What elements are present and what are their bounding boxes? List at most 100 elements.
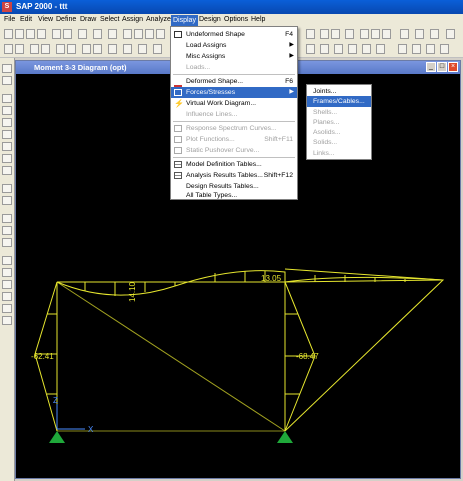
check-icon[interactable] [345,29,354,39]
menu-define[interactable]: Define [56,16,76,23]
print-icon[interactable] [37,29,46,39]
menu-analysis-results-tables[interactable]: Analysis Results Tables... Shift+F12 [171,170,297,181]
submenu-frames-cables[interactable]: Frames/Cables... [307,96,371,107]
draw-solid-icon[interactable] [2,166,12,175]
snap-parallel-icon[interactable] [2,316,12,325]
link-icon[interactable] [334,44,343,54]
moment-label-right-column: -68.47 [296,352,319,361]
snap-perp-icon[interactable] [2,292,12,301]
menu-assign[interactable]: Assign [122,16,143,23]
table-icon[interactable] [400,29,409,39]
restraint-icon[interactable] [56,44,65,54]
area-icon[interactable] [320,44,329,54]
reshape-icon[interactable] [15,44,24,54]
up-arrow-icon[interactable] [320,29,329,39]
snap-grid-icon[interactable] [440,44,449,54]
menu-separator [173,121,295,122]
menu-file[interactable]: File [4,16,15,23]
pan-icon[interactable] [156,29,165,39]
snap-end-icon[interactable] [412,44,421,54]
down-arrow-icon[interactable] [331,29,340,39]
submenu-links: Links... [313,150,335,157]
select-window-icon[interactable] [2,184,12,193]
menu-analyze[interactable]: Analyze [146,16,171,23]
draw-frame-icon[interactable] [2,106,12,115]
draw-brace-icon[interactable] [2,130,12,139]
dimension-icon[interactable] [362,44,371,54]
help-icon[interactable] [446,29,455,39]
menu-all-table-types[interactable]: All Table Types... [171,192,297,200]
section-cut-icon[interactable] [376,44,385,54]
select-pointer-icon[interactable] [2,64,12,73]
draw-joint-icon[interactable] [2,94,12,103]
frame-load-icon[interactable] [138,44,147,54]
select-all-left-icon[interactable] [2,214,12,223]
menu-deformed-shape[interactable]: Deformed Shape... F6 [171,76,297,87]
table-icon [174,161,182,168]
snap-joints-icon[interactable] [2,256,12,265]
grid-icon[interactable] [30,44,39,54]
reshaper-icon[interactable] [2,76,12,85]
window-title: SAP 2000 - ttt [16,2,68,11]
menu-options[interactable]: Options [224,16,248,23]
menu-undeformed-shape[interactable]: Undeformed Shape F4 [171,29,297,40]
line-icon[interactable] [306,44,315,54]
save-icon[interactable] [26,29,35,39]
diagonal-line [56,281,286,432]
options-icon[interactable] [430,29,439,39]
menu-misc-assigns[interactable]: Misc Assigns ▶ [171,51,297,62]
view-3d-icon[interactable] [306,29,315,39]
snap-intersect-icon[interactable] [2,280,12,289]
menu-view[interactable]: View [38,16,53,23]
spring-icon[interactable] [67,44,76,54]
clear-selection-icon[interactable] [2,238,12,247]
section-icon[interactable] [93,44,102,54]
menu-plot-functions: Plot Functions... Shift+F11 [171,134,297,145]
deformed-shape-icon[interactable] [360,29,369,39]
redo-icon[interactable] [63,29,72,39]
close-icon[interactable]: × [448,62,458,72]
pointer-icon[interactable] [4,44,13,54]
menu-design[interactable]: Design [199,16,221,23]
snap-lines-icon[interactable] [2,268,12,277]
menu-draw[interactable]: Draw [80,16,96,23]
menu-select[interactable]: Select [100,16,119,23]
zoom-in-icon[interactable] [134,29,143,39]
solid-icon[interactable] [348,44,357,54]
deformed-icon [174,78,182,87]
open-icon[interactable] [15,29,24,39]
draw-rect-icon[interactable] [2,154,12,163]
draw-area-icon[interactable] [2,142,12,151]
menu-model-definition-tables[interactable]: Model Definition Tables... [171,159,297,170]
new-icon[interactable] [4,29,13,39]
select-intersect-icon[interactable] [2,196,12,205]
load-icon[interactable] [108,44,117,54]
menu-display[interactable]: Display [171,15,198,26]
get-previous-icon[interactable] [2,226,12,235]
joint-load-icon[interactable] [123,44,132,54]
forces-icon[interactable] [371,29,380,39]
minimize-icon[interactable]: _ [426,62,436,72]
menu-virtual-work[interactable]: ⚡ Virtual Work Diagram... [171,98,297,109]
menu-design-results-tables[interactable]: Design Results Tables... [171,181,297,192]
select-all-icon[interactable] [41,44,50,54]
area-load-icon[interactable] [153,44,162,54]
zoom-window-icon[interactable] [123,29,132,39]
snap-extension-icon[interactable] [2,304,12,313]
snap-mid-icon[interactable] [426,44,435,54]
menu-help[interactable]: Help [251,16,265,23]
snap-icon[interactable] [398,44,407,54]
stress-icon[interactable] [382,29,391,39]
undo-icon[interactable] [52,29,61,39]
menu-edit[interactable]: Edit [20,16,32,23]
design-icon[interactable] [415,29,424,39]
zoom-out-icon[interactable] [145,29,154,39]
pencil-icon[interactable] [78,29,87,39]
lock-icon[interactable] [93,29,102,39]
frame-release-icon[interactable] [82,44,91,54]
restore-icon[interactable]: □ [437,62,447,72]
menu-forces-stresses[interactable]: Forces/Stresses ▶ [171,87,297,98]
quick-frame-icon[interactable] [2,118,12,127]
menu-load-assigns[interactable]: Load Assigns ▶ [171,40,297,51]
run-icon[interactable] [108,29,117,39]
